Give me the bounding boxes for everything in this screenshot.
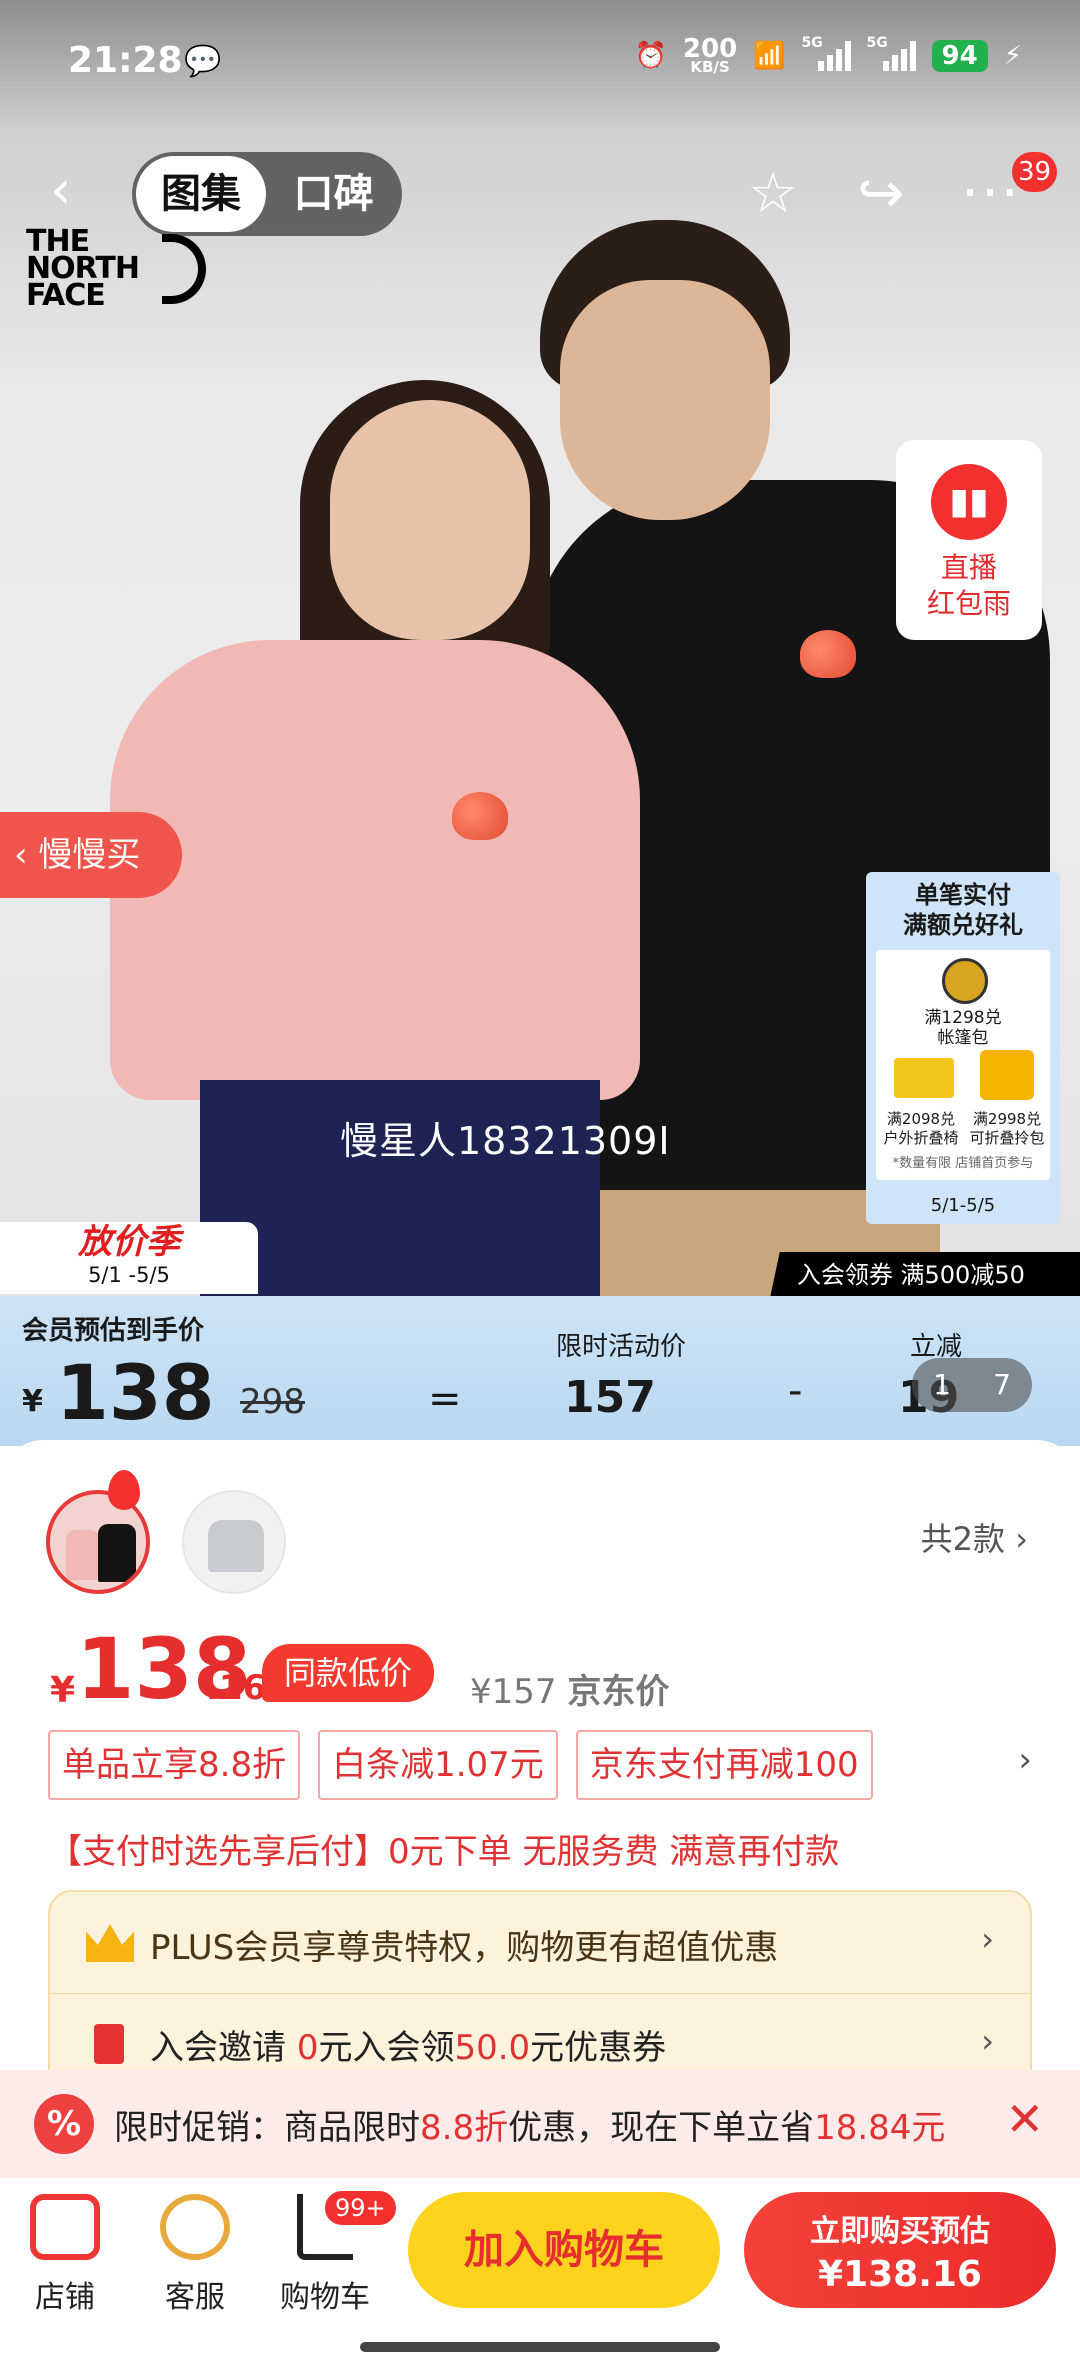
join-coupon-strip[interactable]: 入会领券 满500减50 bbox=[770, 1252, 1080, 1298]
back-arrow-icon[interactable]: ‹ bbox=[50, 160, 100, 220]
share-icon[interactable]: ↪ bbox=[848, 162, 914, 226]
cart-count-badge: 99+ bbox=[322, 2188, 399, 2228]
heart-print-icon bbox=[452, 792, 508, 840]
brand-logo: THE NORTH FACE bbox=[26, 227, 206, 312]
network-speed: 200 KB/S bbox=[682, 34, 738, 77]
plus-member-row[interactable]: PLUS会员享尊贵特权，购物更有超值优惠 › bbox=[50, 1892, 1030, 1994]
member-price: 138 bbox=[56, 1348, 215, 1437]
shop-button[interactable]: 店铺 bbox=[10, 2194, 120, 2316]
pay-later-info[interactable]: 【支付时选先享后付】0元下单 无服务费 满意再付款 bbox=[48, 1824, 839, 1873]
customer-service-button[interactable]: 客服 bbox=[140, 2194, 250, 2316]
charging-icon: ⚡ bbox=[1003, 41, 1022, 72]
favorite-star-icon[interactable]: ☆ bbox=[740, 162, 806, 226]
activity-price: 157 bbox=[564, 1372, 656, 1423]
chevron-right-icon[interactable]: › bbox=[1018, 1740, 1032, 1780]
model-woman-face bbox=[330, 400, 530, 640]
image-pager: 1 7 bbox=[912, 1358, 1032, 1412]
folding-chair-icon bbox=[894, 1058, 954, 1098]
cell-signal-icon: 5G bbox=[802, 35, 851, 72]
chevron-right-icon: › bbox=[1015, 1520, 1028, 1558]
tab-reviews[interactable]: 口碑 bbox=[266, 152, 401, 236]
tote-bag-icon bbox=[980, 1050, 1034, 1100]
buy-now-button[interactable]: 立即购买预估 ¥138.16 bbox=[744, 2192, 1056, 2308]
chevron-left-icon: ‹ bbox=[14, 835, 28, 875]
product-info-sheet: 共2款 › ¥ 138 .16 同款低价 ¥157 京东价 单品立享8.8折 白… bbox=[0, 1440, 1080, 2100]
red-packet-label: 红包雨 bbox=[926, 587, 1011, 620]
customer-service-icon bbox=[160, 2194, 230, 2260]
live-label: 直播 bbox=[940, 551, 997, 584]
message-badge: 39 bbox=[1012, 152, 1058, 192]
limited-promo-bar[interactable]: % 限时促销：商品限时8.8折优惠，现在下单立省18.84元 ✕ bbox=[0, 2070, 1080, 2178]
coupon-tag[interactable]: 单品立享8.8折 bbox=[48, 1730, 301, 1800]
coupon-list[interactable]: 单品立享8.8折 白条减1.07元 京东支付再减100 bbox=[48, 1730, 873, 1800]
slow-buy-tab[interactable]: ‹ 慢慢买 bbox=[0, 812, 182, 898]
crown-icon bbox=[86, 1924, 134, 1962]
battery-indicator: 94 bbox=[931, 40, 988, 73]
chevron-right-icon: › bbox=[981, 2022, 994, 2060]
original-price: 298 bbox=[240, 1382, 305, 1422]
tab-gallery[interactable]: 图集 bbox=[136, 156, 266, 232]
cell-signal-icon: 5G bbox=[867, 35, 916, 72]
hot-flame-icon bbox=[108, 1470, 140, 1510]
status-bar: 21:28 💬 ⏰ 200 KB/S 📶 5G 5G 94 ⚡ bbox=[0, 0, 1080, 130]
heart-print-icon bbox=[800, 630, 856, 678]
clock: 21:28 bbox=[68, 40, 183, 81]
gift-promo-card[interactable]: 单笔实付 满额兑好礼 满1298兑 帐篷包 满2098兑 户外折叠椅 满2998… bbox=[866, 872, 1060, 1224]
alarm-icon: ⏰ bbox=[634, 41, 667, 72]
chevron-right-icon: › bbox=[981, 1920, 994, 1958]
sku-thumb-grey[interactable] bbox=[182, 1490, 286, 1594]
view-mode-switch: 图集 口碑 bbox=[132, 152, 402, 236]
red-packet-icon bbox=[94, 2024, 124, 2064]
lowest-price-badge: 同款低价 bbox=[262, 1644, 435, 1702]
coupon-tag[interactable]: 白条减1.07元 bbox=[318, 1730, 558, 1800]
live-red-packet-widget[interactable]: ▮▮ 直播 红包雨 bbox=[896, 440, 1042, 640]
close-icon[interactable]: ✕ bbox=[1005, 2092, 1044, 2146]
model-woman-shirt bbox=[110, 640, 640, 1100]
model-man-face bbox=[560, 280, 770, 520]
coupon-tag[interactable]: 京东支付再减100 bbox=[575, 1730, 873, 1800]
wechat-icon: 💬 bbox=[184, 44, 222, 79]
jd-reference-price: ¥157 京东价 bbox=[470, 1672, 670, 1712]
shop-icon bbox=[30, 2194, 100, 2260]
watermark: 慢星人18321309I bbox=[340, 1119, 671, 1163]
add-to-cart-button[interactable]: 加入购物车 bbox=[408, 2192, 720, 2308]
sku-count-link[interactable]: 共2款 › bbox=[921, 1514, 1028, 1560]
tent-bag-icon bbox=[942, 958, 988, 1004]
discount-percent-icon: % bbox=[34, 2094, 94, 2154]
wifi-icon: 📶 bbox=[753, 41, 786, 72]
member-benefits-box: PLUS会员享尊贵特权，购物更有超值优惠 › 入会邀请 0元入会领50.0元优惠… bbox=[48, 1890, 1032, 2100]
home-indicator[interactable] bbox=[360, 2342, 720, 2352]
season-sale-tag: 放价季 5/1 -5/5 bbox=[0, 1222, 258, 1294]
live-audio-icon: ▮▮ bbox=[931, 464, 1007, 540]
